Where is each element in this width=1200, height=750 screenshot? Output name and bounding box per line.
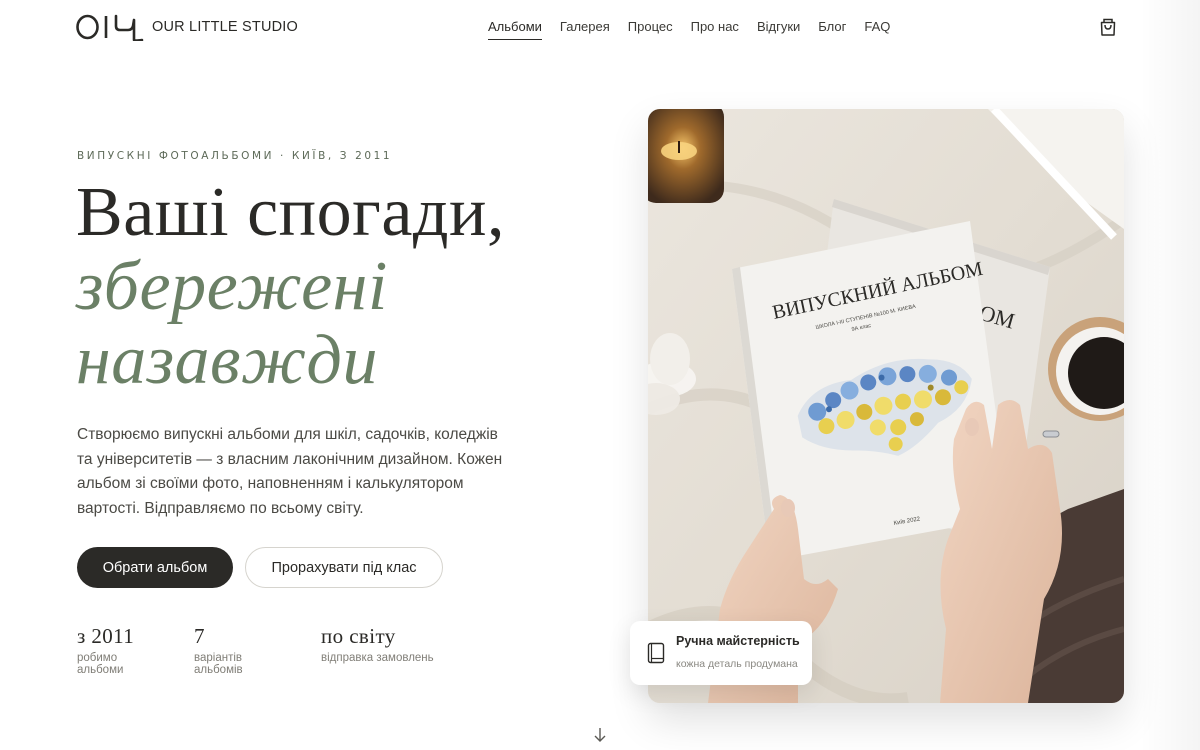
calculate-class-button[interactable]: Прорахувати під клас — [245, 547, 443, 588]
arrow-down-icon[interactable] — [591, 726, 609, 744]
stat-since: з 2011 робимо альбоми — [77, 623, 164, 676]
stat-label: робимо альбоми — [77, 652, 124, 676]
brand-name: OUR LITTLE STUDIO — [152, 19, 298, 35]
nav-item-process[interactable]: Процес — [628, 19, 673, 40]
hero-title-line3: назавжди — [76, 322, 378, 399]
stat-value: з 2011 — [77, 624, 135, 648]
main-nav: Альбоми Галерея Процес Про нас Відгуки Б… — [488, 19, 890, 40]
hero-eyebrow: ВИПУСКНІ ФОТОАЛЬБОМИ · КИЇВ, З 2011 — [77, 150, 393, 162]
nav-item-gallery[interactable]: Галерея — [560, 19, 610, 40]
hero-stats: з 2011 робимо альбоми 7 варіантів альбом… — [77, 623, 464, 676]
craftsmanship-badge: Ручна майстерність кожна деталь продуман… — [630, 621, 812, 685]
brand-logo[interactable]: OUR LITTLE STUDIO — [76, 13, 298, 41]
stat-label: варіантів альбомів — [194, 652, 243, 676]
nav-item-albums[interactable]: Альбоми — [488, 19, 542, 40]
page-edge-shadow — [1140, 0, 1200, 750]
stat-label: відправка замовлень — [321, 652, 434, 664]
hero-title-line1: Ваші спогади, — [76, 174, 505, 251]
shopping-bag-icon[interactable] — [1098, 17, 1118, 37]
album-photo-illustration: ОМ ВИПУСКНИЙ АЛЬБОМ ШКОЛА І-ІІІ СТУПЕНІВ… — [648, 109, 1124, 703]
hero-title-line2: збережені — [76, 248, 388, 325]
hero-title: Ваші спогади, збережені назавжди — [76, 176, 505, 398]
stat-shipping: по світу відправка замовлень — [321, 623, 434, 676]
stat-variants: 7 варіантів альбомів — [194, 623, 291, 676]
choose-album-button[interactable]: Обрати альбом — [77, 547, 233, 588]
book-icon — [647, 642, 665, 664]
nav-item-reviews[interactable]: Відгуки — [757, 19, 800, 40]
logo-mark-icon — [76, 14, 144, 41]
hero-lead: Створюємо випускні альбоми для шкіл, сад… — [77, 426, 503, 517]
nav-item-about[interactable]: Про нас — [691, 19, 739, 40]
site-header: OUR LITTLE STUDIO Альбоми Галерея Процес… — [0, 0, 1200, 56]
stat-value: по світу — [321, 624, 396, 648]
nav-item-faq[interactable]: FAQ — [864, 19, 890, 40]
nav-item-blog[interactable]: Блог — [818, 19, 846, 40]
hero-photo: ОМ ВИПУСКНИЙ АЛЬБОМ ШКОЛА І-ІІІ СТУПЕНІВ… — [648, 109, 1124, 703]
badge-subtitle: кожна деталь продумана — [676, 658, 798, 670]
badge-title: Ручна майстерність — [676, 634, 800, 648]
stat-value: 7 — [194, 624, 205, 648]
